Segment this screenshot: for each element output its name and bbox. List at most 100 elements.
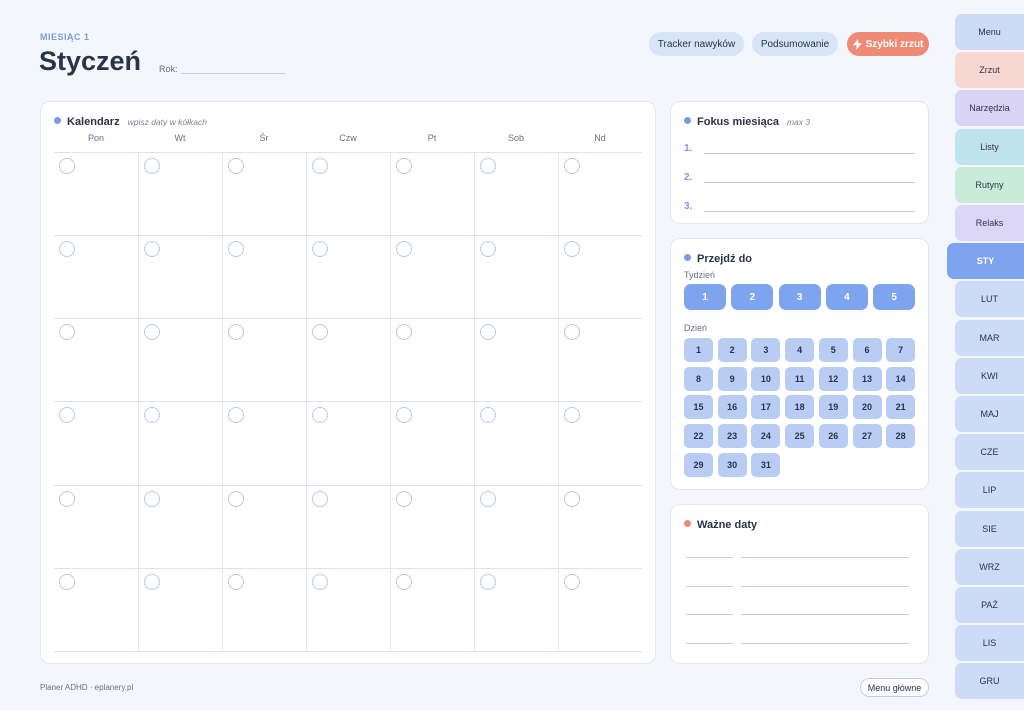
event-field-line[interactable] <box>741 614 909 615</box>
day-button[interactable]: 26 <box>818 424 848 449</box>
habit-tracker-button[interactable]: Tracker nawyków <box>649 32 744 56</box>
day-button[interactable]: 1 <box>684 338 713 362</box>
day-button[interactable]: 23 <box>717 424 747 449</box>
event-field-line[interactable] <box>741 643 909 644</box>
calendar-day-cell[interactable] <box>222 568 306 652</box>
date-circle[interactable] <box>144 573 160 590</box>
sidebar-tab-month[interactable]: SIE <box>955 510 1024 547</box>
calendar-day-cell[interactable] <box>222 402 306 486</box>
calendar-day-cell[interactable] <box>222 319 306 403</box>
day-button[interactable]: 21 <box>886 395 916 420</box>
calendar-day-cell[interactable] <box>474 319 558 403</box>
date-circle[interactable] <box>480 324 496 341</box>
day-button[interactable]: 16 <box>717 395 747 420</box>
calendar-day-cell[interactable] <box>138 568 222 652</box>
calendar-day-cell[interactable] <box>474 402 558 486</box>
calendar-day-cell[interactable] <box>474 568 558 652</box>
date-circle[interactable] <box>396 324 412 341</box>
calendar-day-cell[interactable] <box>306 153 390 237</box>
date-circle[interactable] <box>564 573 580 590</box>
date-circle[interactable] <box>144 490 160 507</box>
date-circle[interactable] <box>480 407 496 424</box>
day-button[interactable]: 3 <box>751 338 781 362</box>
sidebar-tab-month[interactable]: KWI <box>955 357 1024 394</box>
focus-item[interactable]: 3. <box>684 200 915 212</box>
date-circle[interactable] <box>59 324 75 341</box>
calendar-day-cell[interactable] <box>558 402 642 486</box>
calendar-day-cell[interactable] <box>390 319 474 403</box>
date-circle[interactable] <box>228 324 244 341</box>
day-button[interactable]: 20 <box>852 395 882 420</box>
calendar-day-cell[interactable] <box>306 485 390 569</box>
date-circle[interactable] <box>228 241 244 258</box>
date-circle[interactable] <box>480 490 496 507</box>
date-circle[interactable] <box>312 324 328 341</box>
date-circle[interactable] <box>144 407 160 424</box>
day-button[interactable]: 29 <box>684 452 713 477</box>
date-circle[interactable] <box>144 324 160 341</box>
sidebar-tab-month-active[interactable]: STY <box>947 243 1024 280</box>
sidebar-tab-section[interactable]: Menu <box>955 14 1024 50</box>
day-button[interactable]: 10 <box>751 366 781 391</box>
main-menu-button[interactable]: Menu główne <box>860 678 929 697</box>
focus-item[interactable]: 1. <box>684 142 915 154</box>
date-circle[interactable] <box>228 573 244 590</box>
date-circle[interactable] <box>564 407 580 424</box>
date-circle[interactable] <box>144 158 160 174</box>
calendar-day-cell[interactable] <box>222 236 306 320</box>
week-button[interactable]: 5 <box>873 284 916 310</box>
calendar-day-cell[interactable] <box>306 568 390 652</box>
date-circle[interactable] <box>480 573 496 590</box>
date-circle[interactable] <box>564 324 580 341</box>
calendar-day-cell[interactable] <box>138 319 222 403</box>
calendar-day-cell[interactable] <box>54 402 138 486</box>
date-field-line[interactable] <box>686 614 733 615</box>
date-circle[interactable] <box>312 241 328 258</box>
date-circle[interactable] <box>396 241 412 258</box>
event-field-line[interactable] <box>741 586 909 587</box>
date-circle[interactable] <box>564 241 580 258</box>
calendar-day-cell[interactable] <box>138 485 222 569</box>
sidebar-tab-section[interactable]: Narzędzia <box>955 90 1024 127</box>
focus-line[interactable] <box>704 200 915 212</box>
sidebar-tab-section[interactable]: Zrzut <box>955 52 1024 89</box>
date-circle[interactable] <box>564 490 580 507</box>
calendar-day-cell[interactable] <box>138 153 222 237</box>
week-button[interactable]: 1 <box>684 284 726 310</box>
day-button[interactable]: 15 <box>684 395 713 420</box>
calendar-day-cell[interactable] <box>54 153 138 237</box>
day-button[interactable]: 2 <box>717 338 747 362</box>
day-button[interactable]: 7 <box>886 338 916 362</box>
calendar-day-cell[interactable] <box>222 153 306 237</box>
day-button[interactable]: 24 <box>751 424 781 449</box>
calendar-day-cell[interactable] <box>54 569 138 652</box>
day-button[interactable]: 12 <box>818 366 848 391</box>
sidebar-tab-month[interactable]: PAŹ <box>955 587 1024 623</box>
day-button[interactable]: 9 <box>717 366 747 391</box>
date-field-line[interactable] <box>686 557 733 558</box>
calendar-day-cell[interactable] <box>54 236 138 320</box>
date-circle[interactable] <box>228 407 244 424</box>
day-button[interactable]: 31 <box>751 452 781 477</box>
calendar-day-cell[interactable] <box>390 485 474 569</box>
sidebar-tab-month[interactable]: LUT <box>955 281 1024 318</box>
day-button[interactable]: 17 <box>751 395 781 420</box>
calendar-day-cell[interactable] <box>390 568 474 652</box>
calendar-day-cell[interactable] <box>390 236 474 320</box>
sidebar-tab-month[interactable]: MAJ <box>955 396 1024 432</box>
calendar-day-cell[interactable] <box>54 319 138 403</box>
date-circle[interactable] <box>396 573 412 590</box>
day-button[interactable]: 14 <box>886 366 916 391</box>
date-circle[interactable] <box>59 241 75 258</box>
day-button[interactable]: 27 <box>852 424 882 449</box>
sidebar-tab-month[interactable]: LIS <box>955 625 1024 662</box>
date-circle[interactable] <box>59 490 75 507</box>
date-circle[interactable] <box>312 407 328 424</box>
quick-dump-button[interactable]: Szybki zrzut <box>847 32 929 56</box>
day-button[interactable]: 18 <box>785 395 815 420</box>
day-button[interactable]: 25 <box>785 424 815 449</box>
date-circle[interactable] <box>396 490 412 507</box>
sidebar-tab-month[interactable]: WRZ <box>955 548 1024 585</box>
calendar-day-cell[interactable] <box>306 402 390 486</box>
calendar-day-cell[interactable] <box>558 153 642 237</box>
